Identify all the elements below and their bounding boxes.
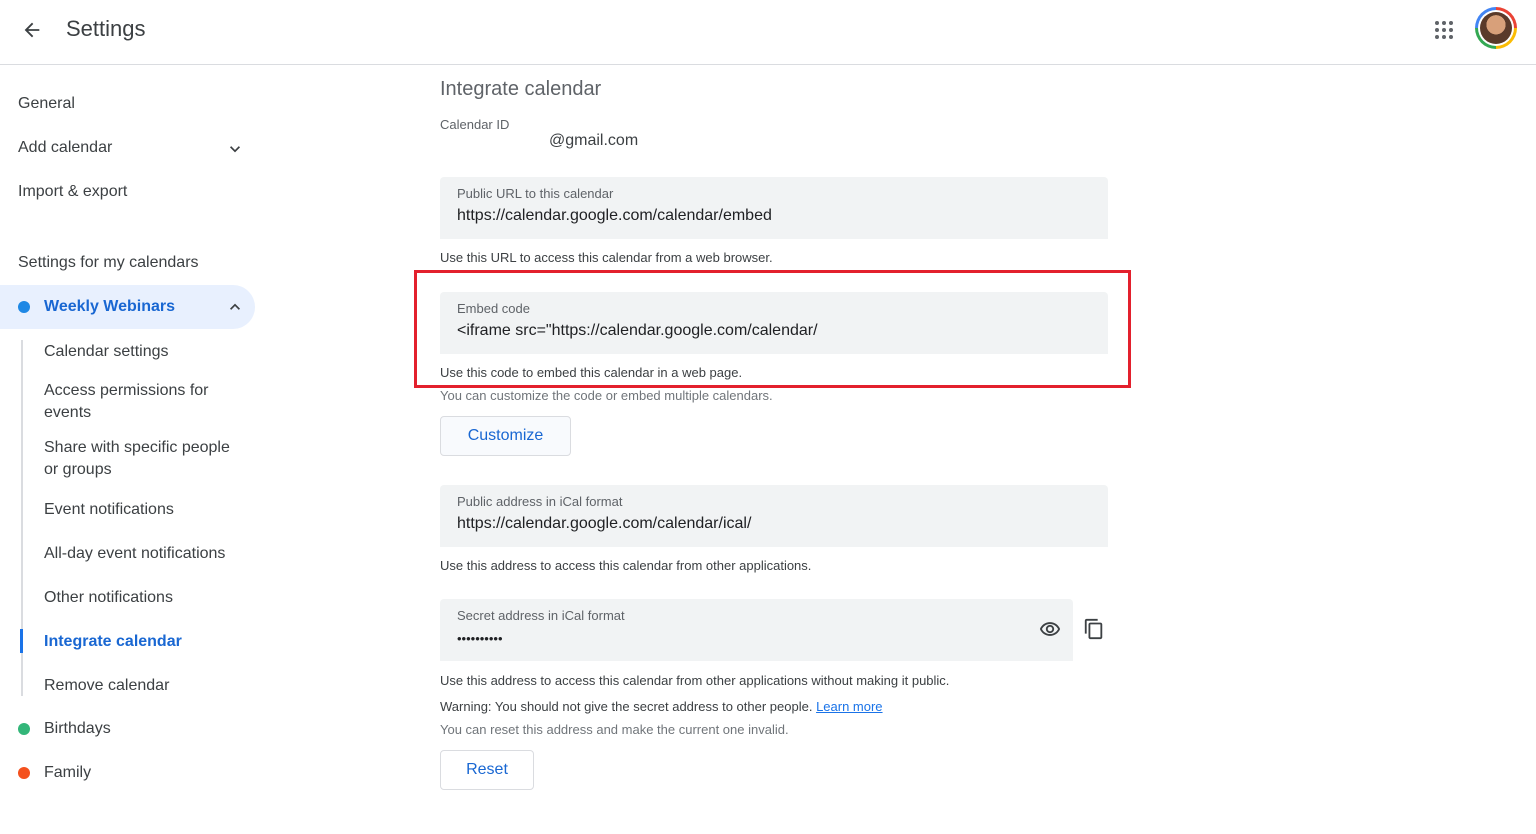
calendar-name: Family (44, 764, 92, 781)
field-value[interactable]: •••••••••• (457, 631, 503, 646)
account-avatar[interactable] (1475, 7, 1517, 49)
reset-help: You can reset this address and make the … (440, 722, 789, 737)
learn-more-link[interactable]: Learn more (816, 699, 882, 714)
sub-item-share-specific-people[interactable]: Share with specific people or groups (44, 437, 244, 481)
sub-item-other-notifications[interactable]: Other notifications (44, 587, 244, 609)
embed-code-help: Use this code to embed this calendar in … (440, 365, 743, 380)
copy-secret-button[interactable] (1080, 615, 1108, 643)
sub-item-access-permissions[interactable]: Access permissions for events (44, 380, 244, 424)
eye-icon (1039, 622, 1061, 636)
sub-item-remove-calendar[interactable]: Remove calendar (44, 675, 244, 697)
chevron-down-icon[interactable] (225, 139, 245, 159)
ical-public-field[interactable]: Public address in iCal format https://ca… (440, 485, 1108, 547)
nav-general[interactable]: General (18, 95, 75, 113)
field-label: Public URL to this calendar (457, 186, 614, 201)
secret-warning: Warning: You should not give the secret … (440, 699, 883, 714)
profile-photo (1480, 12, 1512, 44)
calendar-id-value[interactable]: @gmail.com (549, 132, 638, 150)
warning-text: Warning: You should not give the secret … (440, 699, 813, 714)
chevron-up-icon[interactable] (225, 297, 245, 317)
apps-button[interactable] (1428, 14, 1460, 46)
sub-item-integrate-calendar[interactable]: Integrate calendar (44, 631, 244, 653)
field-value[interactable]: <iframe src="https://calendar.google.com… (457, 322, 818, 340)
back-button[interactable] (16, 14, 48, 46)
app-header: Settings (0, 0, 1536, 65)
show-secret-button[interactable] (1036, 615, 1064, 643)
active-indicator (20, 629, 23, 653)
field-value[interactable]: https://calendar.google.com/calendar/emb… (457, 207, 772, 225)
arrow-back-icon (24, 22, 40, 38)
nav-import-export[interactable]: Import & export (18, 183, 127, 201)
section-title: Settings for my calendars (18, 254, 199, 271)
ical-secret-help: Use this address to access this calendar… (440, 673, 950, 688)
field-label: Secret address in iCal format (457, 608, 625, 623)
embed-code-field[interactable]: Embed code <iframe src="https://calendar… (440, 292, 1108, 354)
calendar-color-dot (18, 301, 30, 313)
sub-item-calendar-settings[interactable]: Calendar settings (44, 341, 244, 363)
calendar-item-weekly-webinars[interactable]: Weekly Webinars (0, 285, 255, 329)
public-url-field[interactable]: Public URL to this calendar https://cale… (440, 177, 1108, 239)
section-heading: Integrate calendar (440, 78, 602, 100)
sub-item-all-day-notifications[interactable]: All-day event notifications (44, 543, 244, 565)
nav-add-calendar[interactable]: Add calendar (18, 139, 112, 157)
customize-button[interactable]: Customize (440, 416, 571, 456)
apps-grid-icon (1435, 21, 1453, 39)
calendar-name: Weekly Webinars (44, 298, 176, 315)
sub-item-event-notifications[interactable]: Event notifications (44, 499, 244, 521)
public-url-help: Use this URL to access this calendar fro… (440, 250, 773, 265)
field-value[interactable]: https://calendar.google.com/calendar/ica… (457, 515, 751, 533)
calendar-color-dot (18, 723, 30, 735)
ical-public-help: Use this address to access this calendar… (440, 558, 812, 573)
reset-button[interactable]: Reset (440, 750, 534, 790)
calendar-id-label: Calendar ID (440, 117, 510, 132)
calendar-color-dot (18, 767, 30, 779)
field-label: Embed code (457, 301, 530, 316)
embed-customize-help: You can customize the code or embed mult… (440, 388, 773, 403)
field-label: Public address in iCal format (457, 494, 623, 509)
calendar-name: Birthdays (44, 720, 111, 737)
page-title: Settings (66, 16, 146, 41)
ical-secret-field[interactable]: Secret address in iCal format •••••••••• (440, 599, 1073, 661)
copy-icon (1084, 618, 1103, 640)
